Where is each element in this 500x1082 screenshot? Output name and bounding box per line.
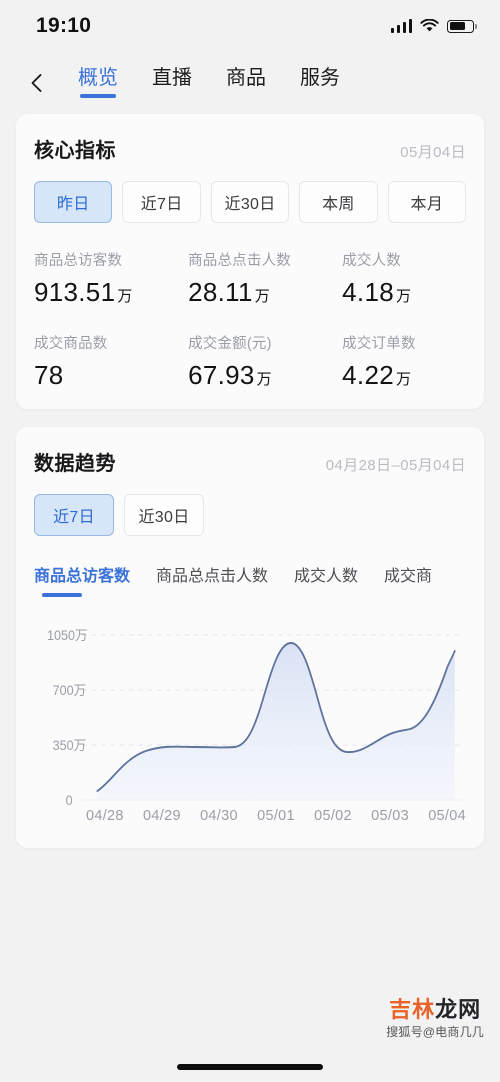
chip-last-7-days[interactable]: 近7日 [122, 181, 201, 223]
chip-this-month[interactable]: 本月 [387, 181, 467, 223]
metric-total-visitors: 商品总访客数 913.51 万 [34, 249, 188, 308]
metric-unit: 万 [117, 288, 133, 305]
core-metrics-range-chips: 昨日 近7日 近30日 本周 本月 [34, 181, 467, 223]
page-title: 核心指标 [34, 140, 116, 162]
wifi-icon [420, 19, 439, 33]
metric-label: 商品总访客数 [34, 253, 123, 269]
core-metrics-date: 05月04日 [400, 144, 466, 161]
chart-area-fill [97, 643, 455, 800]
core-metrics-header: 核心指标 05月04日 [34, 134, 466, 163]
metric-label: 成交金额(元) [188, 336, 272, 352]
trend-metric-tabs: 商品总访客数 商品总点击人数 成交人数 成交商 [34, 562, 466, 597]
watermark-subtitle: 搜狐号@电商几几 [386, 1025, 484, 1039]
metric-tab-buyers[interactable]: 成交人数 [294, 562, 358, 597]
battery-icon [447, 19, 477, 33]
status-bar: 19:10 [0, 0, 500, 52]
metric-value: 28.11 万 [188, 277, 271, 307]
metric-unit: 万 [256, 371, 272, 388]
top-tab-bar: 概览 直播 商品 服务 [64, 68, 340, 98]
tab-services[interactable]: 服务 [300, 68, 340, 98]
chip-this-week[interactable]: 本周 [299, 181, 378, 223]
metric-value: 4.18 万 [342, 277, 412, 307]
metric-buyers: 成交人数 4.18 万 [342, 249, 466, 308]
x-tick: 05/02 [314, 808, 352, 824]
home-indicator[interactable] [177, 1064, 323, 1070]
metric-unit: 万 [395, 288, 412, 305]
x-tick: 04/28 [86, 808, 124, 824]
watermark-title-dark: 龙网 [435, 997, 482, 1022]
metric-label: 成交商品数 [34, 336, 108, 352]
metric-unit: 万 [254, 288, 271, 305]
trend-header: 数据趋势 04月28日–05月04日 [34, 447, 466, 476]
trend-chip-last-30-days[interactable]: 近30日 [124, 494, 204, 536]
trend-range-chips: 近7日 近30日 [34, 494, 466, 536]
x-tick: 04/30 [200, 808, 238, 824]
trend-date-range: 04月28日–05月04日 [325, 457, 466, 474]
data-trend-card: 数据趋势 04月28日–05月04日 近7日 近30日 商品总访客数 商品总点击… [16, 427, 484, 848]
metric-tab-total-clicks[interactable]: 商品总点击人数 [156, 562, 268, 597]
metric-value: 913.51 万 [34, 277, 133, 307]
metric-total-clicks: 商品总点击人数 28.11 万 [188, 249, 342, 308]
metric-label: 商品总点击人数 [188, 253, 291, 269]
trend-chip-last-7-days[interactable]: 近7日 [34, 494, 114, 536]
chip-yesterday[interactable]: 昨日 [34, 181, 113, 223]
tab-live[interactable]: 直播 [152, 68, 192, 98]
metric-tab-items-sold[interactable]: 成交商 [384, 562, 432, 597]
metric-label: 成交订单数 [342, 336, 416, 352]
metric-unit: 万 [395, 371, 412, 388]
cellular-bars-icon [390, 19, 412, 33]
x-tick: 05/01 [257, 808, 295, 824]
status-bar-time: 19:10 [36, 14, 92, 37]
core-metrics-card: 核心指标 05月04日 昨日 近7日 近30日 本周 本月 商品总访客数 913… [16, 114, 484, 409]
tab-products[interactable]: 商品 [226, 68, 266, 98]
site-watermark: 吉林龙网 搜狐号@电商几几 [386, 999, 484, 1039]
back-chevron-icon[interactable] [18, 64, 56, 102]
y-tick-350: 350万 [53, 738, 87, 754]
tab-overview[interactable]: 概览 [78, 68, 118, 98]
metric-value: 78 [34, 360, 64, 390]
trend-chart: 1050万 700万 350万 0 04/28 04/29 04/30 05/0… [34, 621, 466, 836]
metric-value: 4.22 万 [342, 360, 412, 390]
y-tick-1050: 1050万 [47, 628, 88, 644]
chip-last-30-days[interactable]: 近30日 [210, 181, 290, 223]
core-metrics-grid: 商品总访客数 913.51 万 商品总点击人数 28.11 万 成交人数 4.18 万… [34, 249, 466, 391]
metric-tab-total-visitors[interactable]: 商品总访客数 [34, 562, 130, 597]
trend-title: 数据趋势 [34, 453, 116, 475]
watermark-title-orange: 吉林 [389, 997, 436, 1022]
x-tick: 05/04 [428, 808, 466, 824]
metric-gmv: 成交金额(元) 67.93 万 [188, 332, 342, 391]
metric-value: 67.93 万 [188, 360, 272, 390]
watermark-title: 吉林龙网 [386, 999, 484, 1021]
metric-orders: 成交订单数 4.22 万 [342, 332, 466, 391]
chart-y-axis-labels: 1050万 700万 350万 0 [47, 628, 88, 806]
y-tick-0: 0 [66, 793, 73, 806]
status-bar-icons [390, 19, 477, 33]
x-tick: 04/29 [143, 808, 181, 824]
trend-chart-svg: 1050万 700万 350万 0 [47, 628, 463, 806]
metric-items-sold: 成交商品数 78 [34, 332, 188, 391]
y-tick-700: 700万 [53, 683, 87, 699]
navigation-bar: 概览 直播 商品 服务 [0, 52, 500, 114]
metric-label: 成交人数 [342, 253, 401, 269]
chart-x-axis-labels: 04/28 04/29 04/30 05/01 05/02 05/03 05/0… [34, 808, 466, 824]
x-tick: 05/03 [371, 808, 409, 824]
